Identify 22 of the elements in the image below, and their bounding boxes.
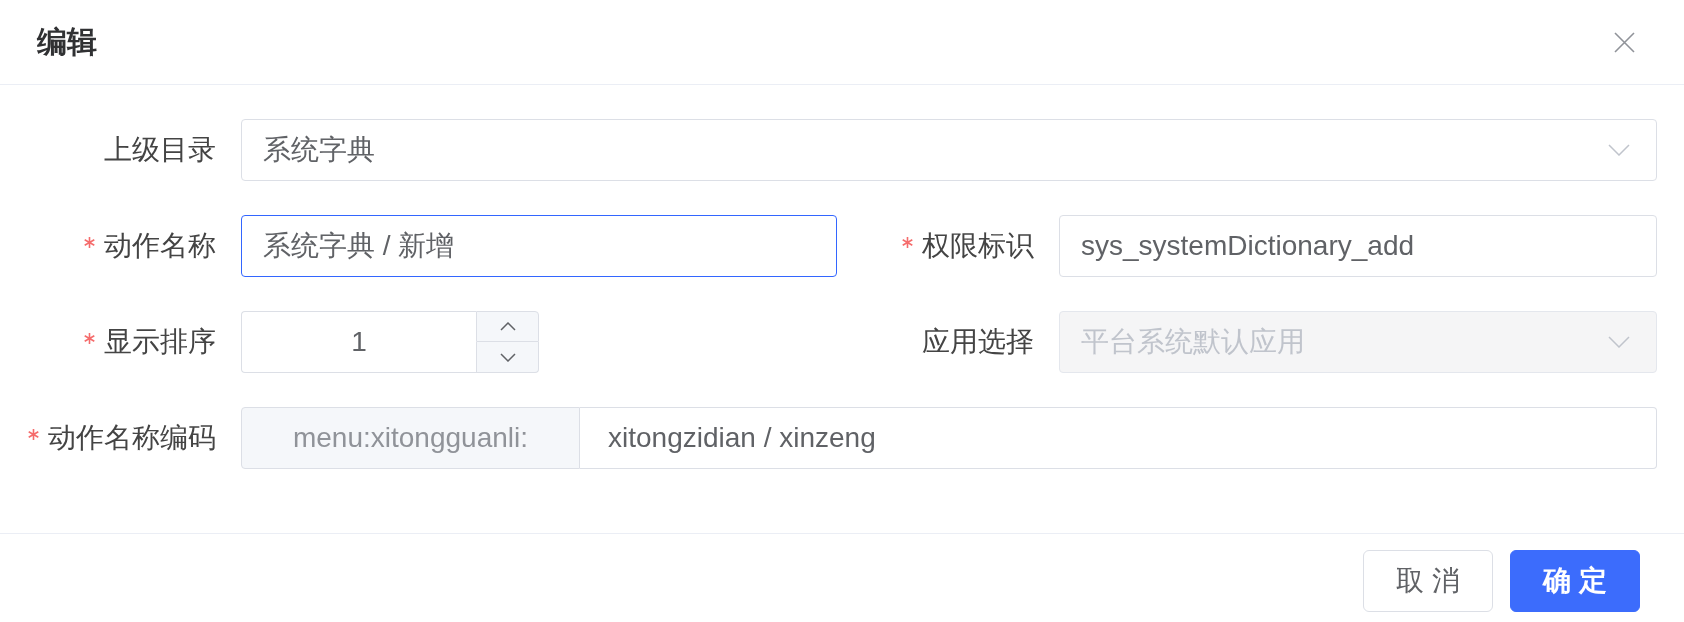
number-input[interactable]: 1 <box>241 311 476 373</box>
confirm-button[interactable]: 确 定 <box>1510 550 1640 612</box>
chevron-down-icon <box>499 352 516 362</box>
text-input[interactable]: 系统字典 / 新增 <box>241 215 837 277</box>
select-field[interactable]: 系统字典 <box>241 119 1657 181</box>
chevron-down-icon <box>1608 336 1630 348</box>
decrement-button[interactable] <box>476 342 539 373</box>
input-prefix: menu:xitongguanli: <box>241 407 580 469</box>
chevron-down-icon <box>1608 144 1630 156</box>
dialog-title: 编辑 <box>37 27 97 57</box>
field-label: 应用选择 <box>922 328 1034 356</box>
text-input[interactable]: xitongzidian / xinzeng <box>580 407 1657 469</box>
field-label: 上级目录 <box>104 136 216 164</box>
close-icon[interactable] <box>1614 31 1635 53</box>
field-label: 显示排序 <box>104 328 216 356</box>
cancel-button[interactable]: 取 消 <box>1363 550 1494 612</box>
increment-button[interactable] <box>476 311 539 342</box>
field-label: 动作名称 <box>104 232 216 260</box>
text-input[interactable]: sys_systemDictionary_add <box>1059 215 1657 277</box>
field-label: 权限标识 <box>922 232 1034 260</box>
field-label: 动作名称编码 <box>48 424 216 452</box>
chevron-up-icon <box>499 322 516 331</box>
